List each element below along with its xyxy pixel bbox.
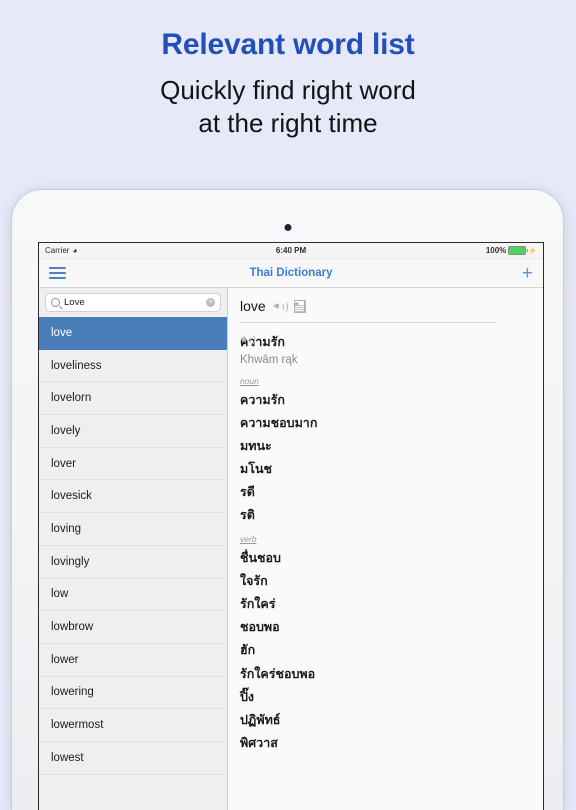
translation-item[interactable]: ใจรัก <box>228 570 543 593</box>
translation-item[interactable]: ปฏิพัทธ์ <box>228 709 543 732</box>
translation-item[interactable]: ฮัก <box>228 639 543 662</box>
translation-item[interactable]: รติ <box>228 504 543 527</box>
search-field[interactable]: Love × <box>45 293 221 312</box>
word-list-item[interactable]: loving <box>39 513 227 546</box>
definition-pane: love W ความรัก Khwām rąk noun ความรัก คว… <box>228 288 543 810</box>
word-list-item[interactable]: lovesick <box>39 480 227 514</box>
carrier-label: Carrier <box>45 246 70 255</box>
part-of-speech-label: verb <box>240 534 257 545</box>
translation-item[interactable]: พิศวาส <box>228 732 543 755</box>
word-list-item[interactable]: lovely <box>39 415 227 448</box>
word-list-item[interactable]: love <box>39 317 227 350</box>
wifi-icon: ◕ <box>72 245 78 255</box>
battery-percent-label: 100% <box>485 246 507 255</box>
word-list-item[interactable]: lowest <box>39 742 227 775</box>
battery-icon <box>508 246 529 255</box>
translation-item[interactable]: ชอบพอ <box>228 616 543 639</box>
translation-item[interactable]: ความชอบมาก <box>228 412 543 435</box>
status-bar-left: Carrier ◕ <box>45 246 77 255</box>
translation-item[interactable]: รักใคร่ <box>228 593 543 616</box>
sense-sections: noun ความรัก ความชอบมาก มทนะ มโนช รดี รติ verb ช… <box>228 375 543 755</box>
front-camera-icon <box>284 224 291 231</box>
translation-item[interactable]: มทนะ <box>228 435 543 458</box>
translation-item[interactable]: ปิ๊ง <box>228 686 543 709</box>
headword-divider <box>240 322 497 323</box>
page-title: Relevant word list <box>161 28 415 61</box>
translation-item[interactable]: ความรัก <box>228 389 543 412</box>
part-of-speech-label: noun <box>240 376 259 386</box>
word-list-item[interactable]: lower <box>39 644 227 677</box>
translation-item[interactable]: ชื่นชอบ <box>228 547 543 570</box>
hamburger-menu-icon[interactable] <box>49 264 66 282</box>
promo-subtitle-line-1: Quickly find right word <box>160 75 416 105</box>
promo-header: Relevant word list Quickly find right wo… <box>0 0 576 190</box>
headword: love <box>240 298 266 314</box>
translation-item[interactable]: รดี <box>228 481 543 504</box>
word-list-item[interactable]: lovelorn <box>39 382 227 416</box>
word-list[interactable]: love loveliness lovelorn lovely lover lovesic… <box>39 317 227 810</box>
document-icon[interactable]: W <box>293 299 306 313</box>
promo-subtitle: Quickly find right word at the right tim… <box>0 62 576 141</box>
word-list-pane: Love × love loveliness lovelorn lovely lover… <box>39 288 228 810</box>
content-split: Love × love loveliness lovelorn lovely lover… <box>39 288 543 810</box>
tablet-device-frame: Carrier ◕ 6:40 PM 100% ⚡ Thai Dictionary… <box>12 190 563 810</box>
bolt-icon: ⚡ <box>528 247 537 255</box>
translation-item[interactable]: รักใคร่ชอบพอ <box>228 663 543 686</box>
clear-search-icon[interactable]: × <box>206 298 215 307</box>
status-bar-time: 6:40 PM <box>275 246 307 255</box>
word-list-item[interactable]: lowbrow <box>39 611 227 644</box>
word-list-item[interactable]: lowering <box>39 677 227 710</box>
speaker-icon[interactable] <box>272 300 288 313</box>
word-list-item[interactable]: lovingly <box>39 546 227 579</box>
search-icon <box>51 298 60 307</box>
word-list-item[interactable]: low <box>39 579 227 612</box>
status-bar-right: 100% ⚡ <box>486 246 537 255</box>
nav-bar: Thai Dictionary + <box>39 259 543 288</box>
thai-headword: ความรัก <box>240 335 285 349</box>
app-title: Thai Dictionary <box>249 267 333 279</box>
search-input[interactable]: Love <box>64 297 202 308</box>
status-bar: Carrier ◕ 6:40 PM 100% ⚡ <box>39 243 543 259</box>
word-list-item[interactable]: loveliness <box>39 350 227 383</box>
promo-subtitle-line-2: at the right time <box>198 108 378 139</box>
romanization: Khwām rąk <box>240 353 298 366</box>
headword-row: love W <box>228 296 543 314</box>
device-screen: Carrier ◕ 6:40 PM 100% ⚡ Thai Dictionary… <box>38 242 544 810</box>
word-list-item[interactable]: lover <box>39 448 227 481</box>
word-list-item[interactable]: lowermost <box>39 709 227 742</box>
translation-item[interactable]: มโนช <box>228 458 543 481</box>
search-bar-container: Love × <box>39 288 227 317</box>
add-word-button[interactable]: + <box>522 264 533 283</box>
